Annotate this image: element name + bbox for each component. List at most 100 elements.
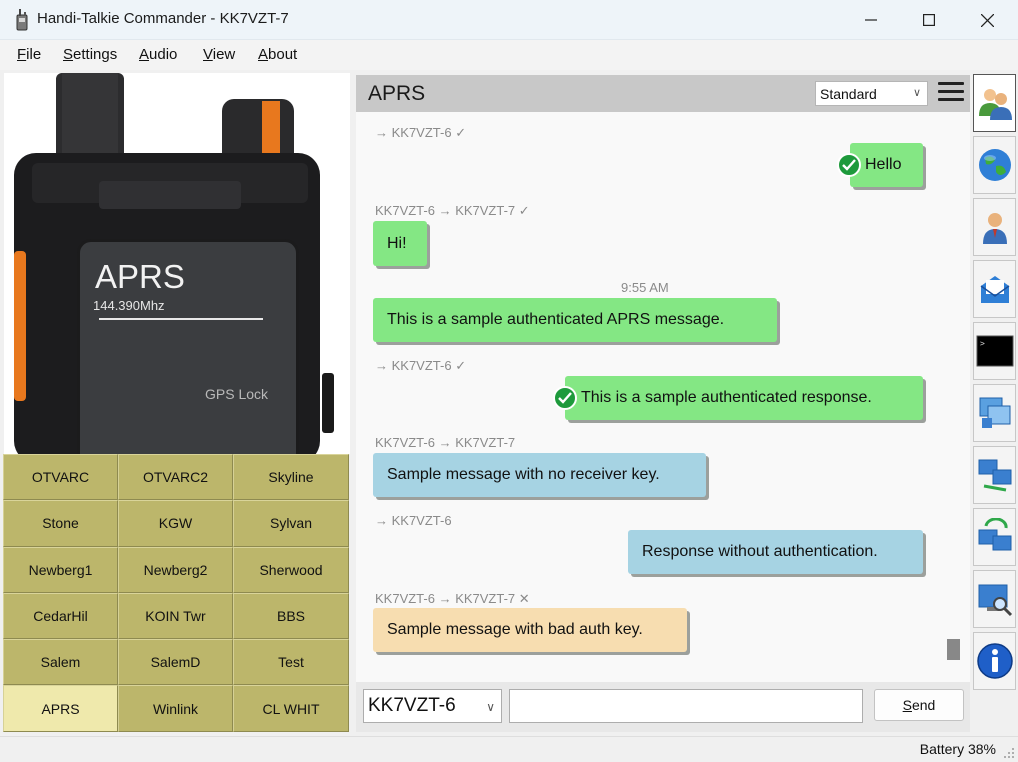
chat-header: APRS Standard ∨ — [356, 75, 970, 112]
message-bubble-outgoing: Hello — [837, 143, 923, 187]
monitor-search-button[interactable] — [973, 570, 1016, 628]
chevron-down-icon: ∨ — [486, 700, 495, 714]
message-text: This is a sample authenticated APRS mess… — [387, 311, 725, 328]
network-icon — [978, 459, 1011, 492]
resize-grip-icon[interactable] — [1003, 747, 1015, 759]
message-bubble-outgoing: This is a sample authenticated response. — [553, 376, 923, 420]
channel-button[interactable]: CedarHil — [3, 592, 118, 640]
chevron-down-icon: ∨ — [912, 87, 921, 99]
mail-button[interactable] — [973, 260, 1016, 318]
terminal-button[interactable]: > — [973, 322, 1016, 380]
message-meta: KK7VZT-6 → KK7VZT-7 — [375, 435, 516, 450]
radio-app-icon — [16, 9, 28, 31]
send-mnemonic: S — [902, 697, 912, 713]
menu-file[interactable]: File — [17, 46, 41, 63]
channel-button[interactable]: SalemD — [118, 639, 233, 686]
compose-bar: KK7VZT-6 ∨ Send — [356, 682, 970, 732]
channel-button[interactable]: APRS — [3, 685, 118, 732]
svg-text:>: > — [980, 339, 985, 348]
windows-button[interactable] — [973, 384, 1016, 442]
monitor-search-icon — [978, 584, 1012, 617]
message-text: Hello — [865, 156, 902, 173]
channel-button[interactable]: Salem — [3, 639, 118, 686]
channel-button[interactable]: OTVARC2 — [118, 454, 233, 501]
message-text: Response without authentication. — [642, 543, 878, 560]
message-input[interactable] — [509, 689, 863, 723]
channel-button[interactable]: CL WHIT — [233, 685, 349, 732]
message-meta: KK7VZT-6 → KK7VZT-7 ✕ — [375, 591, 530, 606]
user-icon — [982, 213, 1007, 244]
message-text: Hi! — [387, 234, 407, 252]
tool-sidebar: > — [970, 72, 1018, 736]
status-bar: Battery 38% — [0, 736, 1018, 762]
verified-check-icon — [837, 153, 861, 177]
message-list: → KK7VZT-6 ✓ Hello KK7VZT-6 → KK7VZT-7 ✓… — [356, 112, 940, 682]
info-icon — [976, 643, 1013, 679]
terminal-icon: > — [976, 335, 1013, 367]
maximize-icon — [923, 14, 935, 26]
hamburger-menu-icon[interactable] — [938, 82, 964, 104]
channel-button[interactable]: KOIN Twr — [118, 592, 233, 640]
battery-status: Battery 38% — [919, 741, 996, 757]
close-button[interactable] — [958, 0, 1016, 40]
send-button[interactable]: Send — [874, 689, 964, 721]
verified-check-icon — [553, 386, 577, 410]
channel-button[interactable]: Sylvan — [233, 500, 349, 547]
window-title: Handi-Talkie Commander - KK7VZT-7 — [37, 10, 289, 27]
minimize-icon — [865, 19, 877, 21]
close-icon — [980, 13, 994, 27]
menu-about[interactable]: About — [258, 46, 297, 63]
maximize-button[interactable] — [900, 0, 958, 40]
menu-audio[interactable]: Audio — [139, 46, 177, 63]
radio-frequency: 144.390Mhz — [93, 298, 165, 313]
message-text: Sample message with no receiver key. — [387, 466, 660, 483]
mode-dropdown[interactable]: Standard ∨ — [815, 81, 928, 106]
menu-settings[interactable]: Settings — [63, 46, 117, 63]
info-button[interactable] — [973, 632, 1016, 690]
channel-grid: OTVARC OTVARC2 Skyline Stone KGW Sylvan Newber… — [3, 454, 349, 732]
title-bar: Handi-Talkie Commander - KK7VZT-7 — [0, 0, 1018, 40]
gps-status: GPS Lock — [205, 386, 269, 402]
channel-button[interactable]: Test — [233, 639, 349, 686]
message-meta: → KK7VZT-6 ✓ — [375, 125, 467, 140]
radio-screen: APRS 144.390Mhz GPS Lock — [77, 239, 299, 454]
scrollbar-thumb[interactable] — [947, 639, 960, 660]
channel-button[interactable]: Winlink — [118, 685, 233, 732]
contacts-icon — [978, 89, 1012, 120]
message-bubble-outgoing: Response without authentication. — [628, 530, 923, 574]
menu-view[interactable]: View — [203, 46, 235, 63]
radio-display-panel: APRS 144.390Mhz GPS Lock — [4, 73, 350, 454]
message-meta: → KK7VZT-6 — [375, 513, 452, 528]
user-button[interactable] — [973, 198, 1016, 256]
channel-button[interactable]: Newberg1 — [3, 546, 118, 593]
channel-button[interactable]: OTVARC — [3, 454, 118, 501]
channel-button[interactable]: KGW — [118, 500, 233, 547]
mail-icon — [980, 276, 1009, 303]
radio-screen-divider — [99, 318, 263, 320]
message-bubble-incoming: This is a sample authenticated APRS mess… — [373, 298, 777, 342]
globe-icon — [978, 149, 1011, 181]
contacts-button[interactable] — [973, 74, 1016, 132]
message-meta: → KK7VZT-6 ✓ — [375, 358, 467, 373]
message-text: This is a sample authenticated response. — [581, 389, 872, 406]
globe-button[interactable] — [973, 136, 1016, 194]
channel-button[interactable]: Newberg2 — [118, 546, 233, 593]
message-bubble-incoming: Sample message with no receiver key. — [373, 453, 706, 497]
minimize-button[interactable] — [842, 0, 900, 40]
radio-screen-title: APRS — [95, 258, 185, 295]
chat-title: APRS — [368, 82, 426, 105]
send-label: end — [911, 697, 936, 713]
channel-button[interactable]: Stone — [3, 500, 118, 547]
network-button[interactable] — [973, 446, 1016, 504]
windows-icon — [979, 397, 1010, 428]
message-timestamp: 9:55 AM — [621, 280, 669, 295]
channel-button[interactable]: BBS — [233, 592, 349, 640]
destination-dropdown[interactable]: KK7VZT-6 ∨ — [363, 689, 502, 723]
network-sync-button[interactable] — [973, 508, 1016, 566]
message-text: Sample message with bad auth key. — [387, 621, 643, 638]
channel-button[interactable]: Sherwood — [233, 546, 349, 593]
destination-value: KK7VZT-6 — [368, 695, 456, 716]
message-bubble-incoming: Hi! — [373, 221, 427, 266]
channel-button[interactable]: Skyline — [233, 454, 349, 501]
message-scrollbar[interactable] — [940, 112, 970, 682]
